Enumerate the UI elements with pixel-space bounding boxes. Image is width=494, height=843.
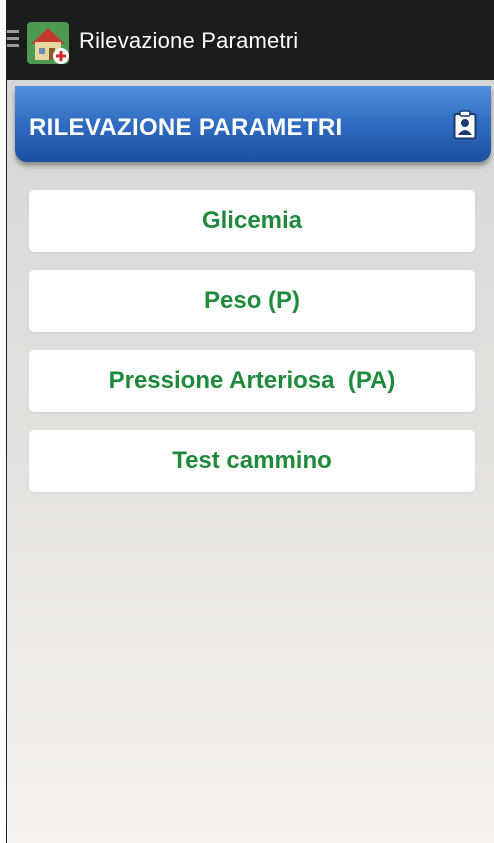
peso-label: Peso (P)	[203, 287, 301, 314]
parameter-menu: Glicemia Peso (P) Pressione Arteriosa (P…	[29, 190, 475, 510]
pressione-arteriosa-button[interactable]: Pressione Arteriosa (PA)	[29, 350, 475, 412]
pressione-arteriosa-label: Pressione Arteriosa (PA)	[108, 367, 396, 394]
page-title: RILEVAZIONE PARAMETRI	[29, 114, 343, 141]
peso-button[interactable]: Peso (P)	[29, 270, 475, 332]
glicemia-label: Glicemia	[201, 207, 303, 234]
app-window: Rilevazione Parametri RILEVAZIONE PARAME…	[6, 0, 494, 843]
test-cammino-label: Test cammino	[172, 447, 332, 474]
drawer-menu-icon[interactable]	[7, 30, 21, 48]
main-content: RILEVAZIONE PARAMETRI Glicemia Peso (P) …	[7, 80, 494, 843]
app-title: Rilevazione Parametri	[79, 28, 299, 53]
glicemia-button[interactable]: Glicemia	[29, 190, 475, 252]
section-header: RILEVAZIONE PARAMETRI	[15, 86, 491, 162]
house-medical-icon[interactable]	[25, 20, 71, 66]
test-cammino-button[interactable]: Test cammino	[29, 430, 475, 492]
app-bar: Rilevazione Parametri	[7, 0, 494, 80]
clipboard-user-icon[interactable]	[453, 110, 477, 140]
